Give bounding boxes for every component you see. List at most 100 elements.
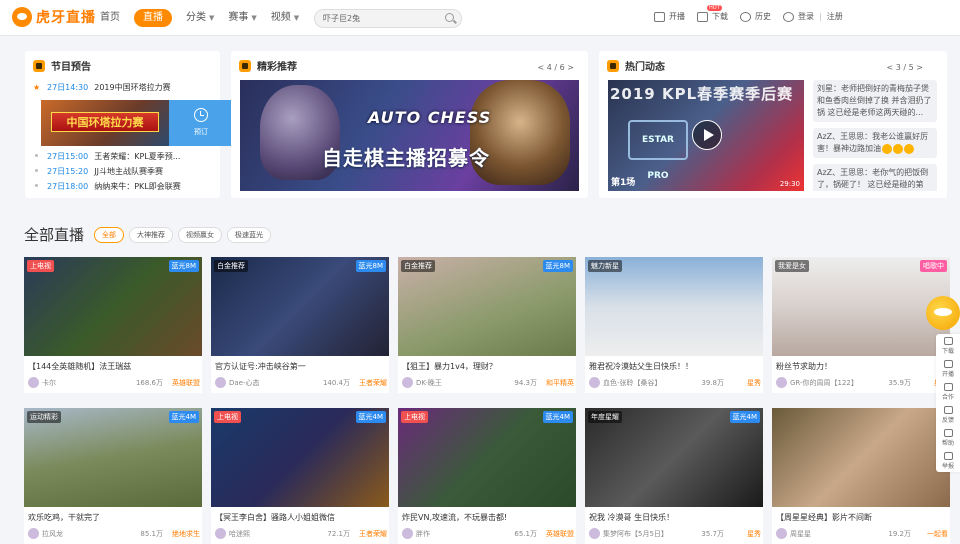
schedule-row[interactable]: ★ 27日14:30 2019中国环塔拉力赛	[33, 81, 233, 94]
category-link[interactable]: 和平精英	[546, 377, 574, 389]
live-thumbnail[interactable]: 白金推荐 蓝光8M	[211, 257, 389, 356]
streamer-name[interactable]: 卡尔	[42, 377, 56, 389]
live-card[interactable]: 年度星耀 蓝光4M 祝我 冷漠哥 生日快乐！ 集梦阿布【5月5日】 35.7万 星秀	[585, 408, 763, 544]
sidebar-download[interactable]: 下载	[936, 334, 960, 357]
hot-pager[interactable]: < 3 / 5 >	[887, 63, 923, 72]
category-link[interactable]: 王者荣耀	[359, 377, 387, 389]
category-link[interactable]: 星秀	[747, 528, 761, 540]
hot-video[interactable]: 2019 KPL春季赛季后赛 ESTAR PRO 第1场 29:30	[608, 80, 804, 191]
category-link[interactable]: 英雄联盟	[546, 528, 574, 540]
download-button[interactable]: HOT 下载	[697, 5, 728, 22]
filter-chip[interactable]: 大神推荐	[129, 226, 174, 243]
book-button[interactable]: 预订	[169, 100, 233, 146]
streamer-name[interactable]: 拉风龙	[42, 528, 63, 540]
streamer-name[interactable]: 血色-张聆【桑谷】	[603, 377, 662, 389]
streamer-name[interactable]: 集梦阿布【5月5日】	[603, 528, 668, 540]
register-link[interactable]: 注册	[827, 11, 843, 22]
live-card[interactable]: 上电视 蓝光4M 炸民VN,攻速流，不玩暴击都! 胖作 65.1万 英雄联盟	[398, 408, 576, 544]
avatar[interactable]	[589, 528, 600, 539]
schedule-featured-image[interactable]: 中国环塔拉力赛	[41, 100, 169, 146]
category-link[interactable]: 一起看	[927, 528, 948, 540]
play-icon[interactable]	[692, 120, 722, 150]
streamer-name[interactable]: GR-你的周周【122】	[790, 377, 858, 389]
sidebar-help[interactable]: 帮助	[936, 426, 960, 449]
card-title[interactable]: 【144全英雄随机】法王瑞兹	[28, 361, 200, 372]
card-title[interactable]: 【周星星经典】影片不间断	[776, 512, 948, 523]
streamer-name[interactable]: 胖作	[416, 528, 430, 540]
card-title[interactable]: 欢乐吃鸡，干就完了	[28, 512, 200, 523]
category-link[interactable]: 王者荣耀	[359, 528, 387, 540]
live-thumbnail[interactable]: 年度星耀 蓝光4M	[585, 408, 763, 507]
mascot-icon[interactable]	[926, 296, 960, 330]
live-card[interactable]: 魅力新星 雅君祝冷漠姑父生日快乐！！ 血色-张聆【桑谷】 39.8万 星秀	[585, 257, 763, 393]
streamer-name[interactable]: 哈迷熙	[229, 528, 250, 540]
live-card[interactable]: 上电视 蓝光8M 【144全英雄随机】法王瑞兹 卡尔 168.6万 英雄联盟	[24, 257, 202, 393]
search-icon[interactable]	[445, 13, 454, 22]
card-title[interactable]: 祝我 冷漠哥 生日快乐！	[589, 512, 761, 523]
live-card[interactable]: 【周星星经典】影片不间断 周星星 19.2万 一起看	[772, 408, 950, 544]
category-link[interactable]: 星秀	[747, 377, 761, 389]
sidebar-live[interactable]: 开播	[936, 357, 960, 380]
avatar[interactable]	[28, 377, 39, 388]
huya-logo[interactable]: 虎牙直播	[12, 7, 96, 27]
nav-live[interactable]: 直播	[134, 9, 172, 27]
schedule-row[interactable]: 27日15:20 JJ斗地主战队赛季赛	[33, 164, 233, 179]
avatar[interactable]	[589, 377, 600, 388]
live-card[interactable]: 白金推荐 蓝光8M 官方认证号:冲击峡谷第一 Dae-心态 140.4万 王者荣耀	[211, 257, 389, 393]
avatar[interactable]	[402, 528, 413, 539]
featured-pager[interactable]: < 4 / 6 >	[538, 63, 574, 72]
filter-chip[interactable]: 视频赢女	[178, 226, 223, 243]
card-title[interactable]: 【狙王】暴力1v4，理财？	[402, 361, 574, 372]
trophy-icon	[239, 59, 251, 72]
schedule-row[interactable]: 27日15:00 王者荣耀：KPL夏季预...	[33, 149, 233, 164]
sidebar-report[interactable]: 举报	[936, 449, 960, 472]
history-button[interactable]: 历史	[740, 11, 771, 22]
category-link[interactable]: 英雄联盟	[172, 377, 200, 389]
schedule-featured[interactable]: 中国环塔拉力赛 预订	[41, 100, 233, 146]
quality-badge: 蓝光4M	[355, 411, 386, 423]
filter-chip[interactable]: 极速蓝光	[227, 226, 272, 243]
search-input[interactable]: 吓子巨2兔	[314, 9, 462, 28]
comment-item[interactable]: AzZ、王思思：我老公谁赢好厉害！暴神边路加油	[813, 128, 937, 158]
nav-category[interactable]: 分类 ▼	[186, 9, 214, 27]
nav-video[interactable]: 视频 ▼	[271, 9, 299, 27]
live-thumbnail[interactable]: 上电视 蓝光8M	[24, 257, 202, 356]
card-title[interactable]: 粉丝节求助力！	[776, 361, 948, 372]
comment-item[interactable]: 刘星：老师把倒好的青梅茄子煲和鱼香肉丝倒掉了换 并含泪扔了锅 这已经是老师这两天…	[813, 80, 937, 122]
schedule-row[interactable]: 27日18:00 纳纳来牛：PKL即会联赛	[33, 179, 233, 194]
start-live-button[interactable]: 开播	[654, 11, 685, 22]
live-thumbnail[interactable]: 上电视 蓝光4M	[211, 408, 389, 507]
sidebar-cooperation[interactable]: 合作	[936, 380, 960, 403]
category-link[interactable]: 绝地求生	[172, 528, 200, 540]
live-card[interactable]: 运动精彩 蓝光4M 欢乐吃鸡，干就完了 拉风龙 85.1万 绝地求生	[24, 408, 202, 544]
live-card[interactable]: 上电视 蓝光4M 【冥王李白舍】骚路人小姐姐微信 哈迷熙 72.1万 王者荣耀	[211, 408, 389, 544]
sidebar-feedback[interactable]: 反馈	[936, 403, 960, 426]
streamer-name[interactable]: 周星星	[790, 528, 811, 540]
card-title[interactable]: 【冥王李白舍】骚路人小姐姐微信	[215, 512, 387, 523]
live-thumbnail[interactable]: 运动精彩 蓝光4M	[24, 408, 202, 507]
comment-item[interactable]: AzZ、王思思：老你气的把饭倒了，锅砸了！ 这已经是碰的第	[813, 164, 937, 191]
live-thumbnail[interactable]: 上电视 蓝光4M	[398, 408, 576, 507]
featured-banner[interactable]: AUTO CHESS 自走棋主播招募令	[240, 80, 579, 191]
card-title[interactable]: 官方认证号:冲击峡谷第一	[215, 361, 387, 372]
live-thumbnail[interactable]	[772, 408, 950, 507]
avatar[interactable]	[215, 377, 226, 388]
streamer-name[interactable]: Dae-心态	[229, 377, 260, 389]
live-card[interactable]: 我爱是女唱歌中 粉丝节求助力！ GR-你的周周【122】35.9万星秀	[772, 257, 950, 393]
card-title[interactable]: 雅君祝冷漠姑父生日快乐！！	[589, 361, 761, 372]
streamer-name[interactable]: DK-晚王	[416, 377, 442, 389]
live-thumbnail[interactable]: 我爱是女 唱歌中	[772, 257, 950, 356]
avatar[interactable]	[215, 528, 226, 539]
filter-chip[interactable]: 全部	[94, 226, 125, 243]
live-thumbnail[interactable]: 魅力新星	[585, 257, 763, 356]
login-button[interactable]: 登录 | 注册	[783, 11, 843, 22]
avatar[interactable]	[402, 377, 413, 388]
nav-home[interactable]: 首页	[100, 9, 120, 27]
avatar[interactable]	[776, 377, 787, 388]
avatar[interactable]	[28, 528, 39, 539]
live-thumbnail[interactable]: 白金推荐 蓝光8M	[398, 257, 576, 356]
card-title[interactable]: 炸民VN,攻速流，不玩暴击都!	[402, 512, 574, 523]
avatar[interactable]	[776, 528, 787, 539]
nav-events[interactable]: 赛事 ▼	[228, 9, 256, 27]
live-card[interactable]: 白金推荐 蓝光8M 【狙王】暴力1v4，理财？ DK-晚王 94.3万 和平精英	[398, 257, 576, 393]
